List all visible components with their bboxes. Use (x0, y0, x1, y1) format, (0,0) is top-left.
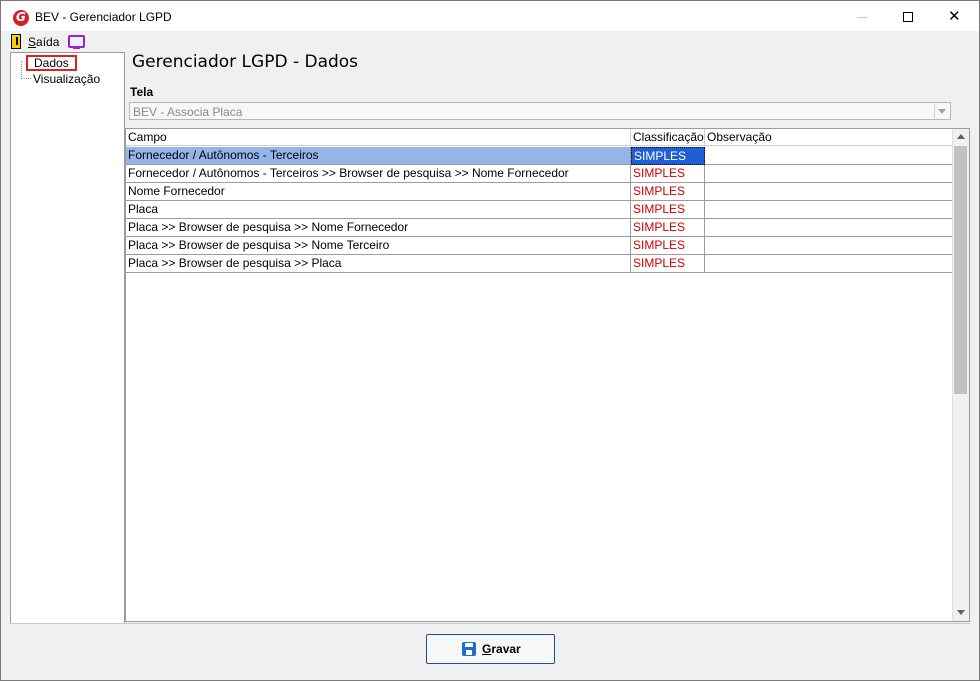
cell-observacao[interactable] (705, 183, 954, 201)
window-title: BEV - Gerenciador LGPD (35, 10, 172, 24)
close-icon: ✕ (948, 7, 961, 25)
monitor-icon[interactable] (68, 35, 85, 49)
chevron-down-icon[interactable] (934, 104, 949, 118)
navigation-tree: Dados Visualização (10, 52, 125, 624)
table-row[interactable]: Placa >> Browser de pesquisa >> Nome For… (126, 219, 954, 237)
app-logo-icon (13, 10, 29, 26)
tela-label: Tela (130, 85, 154, 99)
cell-campo[interactable]: Placa >> Browser de pesquisa >> Placa (126, 255, 631, 273)
minimize-button[interactable] (839, 1, 885, 31)
cell-campo[interactable]: Placa (126, 201, 631, 219)
cell-observacao[interactable] (705, 219, 954, 237)
scrollbar-thumb[interactable] (954, 146, 967, 394)
vertical-scrollbar[interactable] (952, 129, 969, 621)
save-button-label: Gravar (482, 642, 521, 656)
menu-bar: Saída (1, 32, 979, 51)
tree-item-dados[interactable]: Dados (26, 55, 77, 71)
page-title: Gerenciador LGPD - Dados (132, 52, 359, 72)
table-row[interactable]: Fornecedor / Autônomos - Terceiros SIMPL… (126, 147, 954, 165)
app-window: BEV - Gerenciador LGPD ✕ Saída Dados Vis… (0, 0, 980, 681)
maximize-button[interactable] (885, 1, 931, 31)
cell-campo[interactable]: Nome Fornecedor (126, 183, 631, 201)
floppy-disk-icon (462, 642, 476, 656)
column-header-classificacao[interactable]: Classificação (631, 129, 705, 146)
table-row[interactable]: Fornecedor / Autônomos - Terceiros >> Br… (126, 165, 954, 183)
cell-campo[interactable]: Fornecedor / Autônomos - Terceiros (126, 147, 631, 165)
tree-item-visualizacao[interactable]: Visualização (33, 72, 100, 86)
column-header-campo[interactable]: Campo (126, 129, 631, 146)
save-button[interactable]: Gravar (426, 634, 555, 664)
table-row[interactable]: Nome Fornecedor SIMPLES (126, 183, 954, 201)
cell-observacao[interactable] (705, 147, 954, 165)
cell-classificacao[interactable]: SIMPLES (631, 255, 705, 273)
close-button[interactable]: ✕ (931, 1, 977, 31)
scroll-up-icon[interactable] (953, 129, 969, 145)
footer-divider (10, 623, 970, 624)
tela-select-value: BEV - Associa Placa (133, 105, 243, 119)
tree-connector (21, 78, 31, 79)
title-bar[interactable]: BEV - Gerenciador LGPD ✕ (1, 1, 979, 31)
tela-select[interactable]: BEV - Associa Placa (129, 102, 951, 120)
cell-classificacao[interactable]: SIMPLES (631, 237, 705, 255)
fields-grid: Campo Classificação Observação Fornecedo… (125, 128, 970, 622)
cell-campo[interactable]: Placa >> Browser de pesquisa >> Nome Ter… (126, 237, 631, 255)
table-row[interactable]: Placa >> Browser de pesquisa >> Nome Ter… (126, 237, 954, 255)
table-row[interactable]: Placa >> Browser de pesquisa >> Placa SI… (126, 255, 954, 273)
cell-classificacao[interactable]: SIMPLES (631, 219, 705, 237)
cell-classificacao[interactable]: SIMPLES (631, 201, 705, 219)
cell-observacao[interactable] (705, 237, 954, 255)
cell-observacao[interactable] (705, 255, 954, 273)
cell-classificacao[interactable]: SIMPLES (631, 147, 705, 165)
cell-classificacao[interactable]: SIMPLES (631, 165, 705, 183)
cell-observacao[interactable] (705, 201, 954, 219)
cell-observacao[interactable] (705, 165, 954, 183)
grid-header: Campo Classificação Observação (126, 129, 955, 147)
exit-menu-item[interactable]: Saída (28, 35, 59, 49)
scroll-down-icon[interactable] (953, 605, 969, 621)
exit-door-icon[interactable] (11, 34, 21, 49)
tree-connector (21, 61, 22, 79)
cell-classificacao[interactable]: SIMPLES (631, 183, 705, 201)
column-header-observacao[interactable]: Observação (705, 129, 955, 146)
table-row[interactable]: Placa SIMPLES (126, 201, 954, 219)
cell-campo[interactable]: Placa >> Browser de pesquisa >> Nome For… (126, 219, 631, 237)
cell-campo[interactable]: Fornecedor / Autônomos - Terceiros >> Br… (126, 165, 631, 183)
